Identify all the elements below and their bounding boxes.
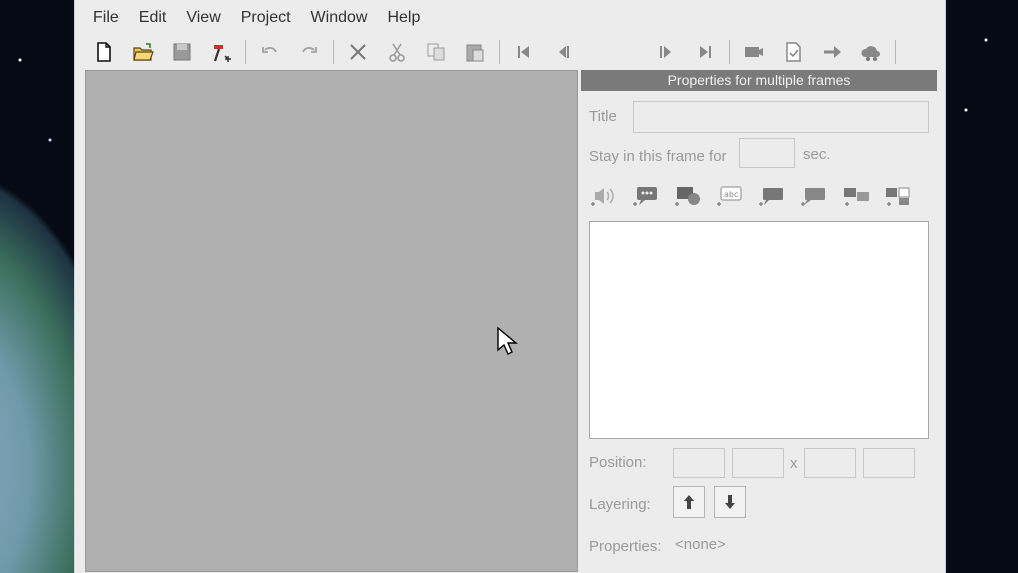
copy-icon[interactable] [421,38,451,66]
properties-value: <none> [675,536,726,553]
undo-icon[interactable] [255,38,285,66]
add-speech-bubble-icon[interactable] [629,181,663,211]
properties-label: Properties: [589,538,662,555]
stay-duration-label: Stay in this frame for [589,148,727,165]
toolbar-separator [499,40,500,64]
desktop-background-right [946,0,1018,573]
toolbar-separator [333,40,334,64]
main-toolbar [75,36,945,68]
desktop-background-left [0,0,74,573]
new-file-icon[interactable] [89,38,119,66]
layer-up-button[interactable] [673,486,705,518]
record-camera-icon[interactable] [739,38,769,66]
layering-label: Layering: [589,496,651,513]
frame-canvas[interactable] [85,70,578,572]
menu-project[interactable]: Project [231,9,301,27]
toolbar-separator [245,40,246,64]
frame-objects-list[interactable] [589,221,929,439]
menu-bar: File Edit View Project Window Help [75,4,945,32]
next-frame-icon[interactable] [651,38,681,66]
mouse-cursor-icon [497,326,518,355]
add-callout-icon[interactable] [671,181,705,211]
add-group-icon[interactable] [839,181,873,211]
properties-panel-header: Properties for multiple frames [581,70,937,91]
paste-icon[interactable] [460,38,490,66]
layer-down-button[interactable] [714,486,746,518]
size-height-input[interactable] [863,448,915,478]
stay-duration-unit: sec. [803,146,831,163]
application-window: File Edit View Project Window Help Prope… [74,0,946,573]
position-label: Position: [589,454,647,471]
first-frame-icon[interactable] [509,38,539,66]
stay-duration-input[interactable] [739,138,795,168]
check-document-icon[interactable] [778,38,808,66]
arrow-down-icon [725,495,735,509]
cloud-export-icon[interactable] [856,38,886,66]
svg-text:abc: abc [724,190,738,199]
add-layout-icon[interactable] [881,181,915,211]
menu-file[interactable]: File [83,9,129,27]
add-note-icon[interactable] [755,181,789,211]
object-insert-toolbar: abc [587,180,923,212]
position-separator: x [790,455,798,472]
title-label: Title [589,108,617,125]
menu-help[interactable]: Help [377,9,430,27]
position-y-input[interactable] [732,448,784,478]
add-text-icon[interactable]: abc [713,181,747,211]
position-x-input[interactable] [673,448,725,478]
last-frame-icon[interactable] [690,38,720,66]
open-folder-icon[interactable] [128,38,158,66]
toolbar-separator [895,40,896,64]
toolbar-separator [729,40,730,64]
menu-window[interactable]: Window [301,9,378,27]
menu-view[interactable]: View [176,9,230,27]
arrow-right-icon[interactable] [817,38,847,66]
title-input[interactable] [633,101,929,133]
cut-icon[interactable] [382,38,412,66]
arrow-up-icon [684,495,694,509]
delete-x-icon[interactable] [343,38,373,66]
build-hammer-icon[interactable] [206,38,236,66]
add-comment-icon[interactable] [797,181,831,211]
previous-frame-icon[interactable] [548,38,578,66]
size-width-input[interactable] [804,448,856,478]
redo-icon[interactable] [294,38,324,66]
add-sound-icon[interactable] [587,181,621,211]
properties-panel: Properties for multiple frames Title Sta… [581,70,937,570]
save-icon[interactable] [167,38,197,66]
menu-edit[interactable]: Edit [129,9,177,27]
